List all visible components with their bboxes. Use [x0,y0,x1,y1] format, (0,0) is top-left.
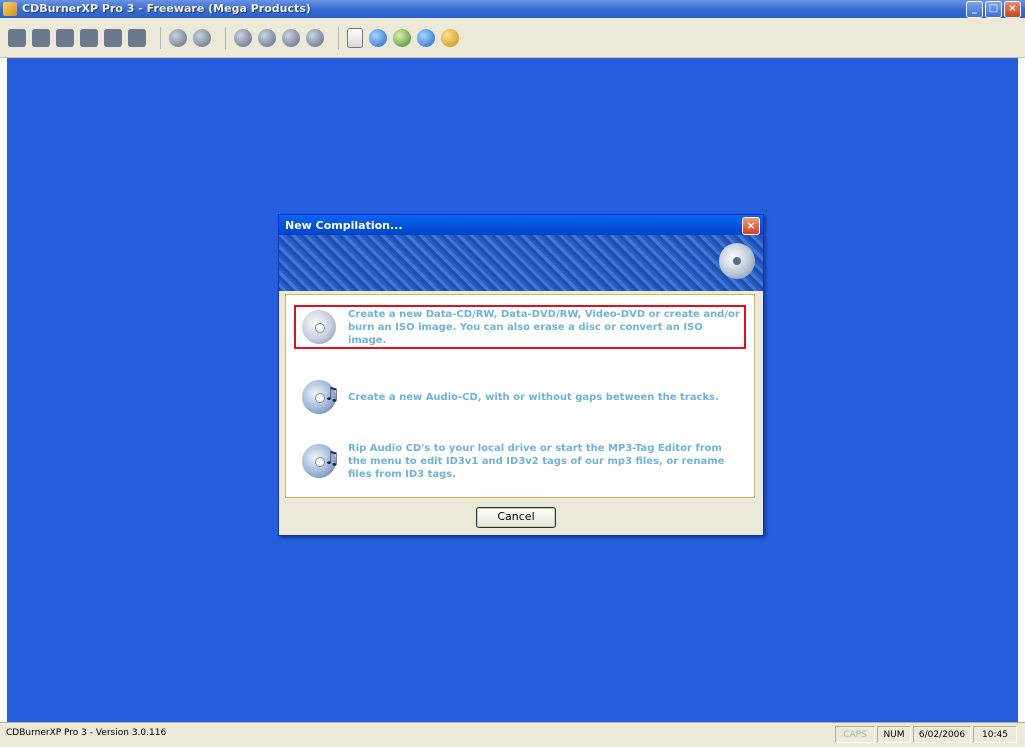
toolbar-separator [338,26,339,49]
new-compilation-dialog: New Compilation... × Create a new Data-C… [278,214,764,536]
add-files-icon[interactable] [80,28,98,47]
option-audio-cd-text: Create a new Audio-CD, with or without g… [348,391,719,403]
dialog-title-bar: New Compilation... × [279,215,763,235]
update-icon[interactable] [393,28,411,47]
option-rip-audio[interactable]: Rip Audio CD's to your local drive or st… [294,439,746,483]
date-display: 6/02/2006 [913,726,971,743]
globe-icon[interactable] [369,28,387,47]
dialog-title: New Compilation... [285,219,403,232]
close-button[interactable]: × [1004,1,1021,18]
burn-disc-icon[interactable] [169,28,187,47]
options-panel: Create a new Data-CD/RW, Data-DVD/RW, Vi… [285,294,755,498]
minimize-button[interactable]: _ [966,1,983,18]
document-icon[interactable] [347,27,363,48]
caps-indicator: CAPS [835,726,875,743]
music-rip-icon [302,444,340,478]
main-toolbar [0,18,1025,58]
help-icon[interactable] [441,28,459,47]
new-icon[interactable] [8,28,26,47]
info-icon[interactable] [417,28,435,47]
cancel-button[interactable]: Cancel [476,507,556,528]
properties-icon[interactable] [128,28,146,47]
status-bar: CDBurnerXP Pro 3 - Version 3.0.116 CAPS … [0,722,1025,747]
eject-icon[interactable] [306,28,324,47]
num-indicator: NUM [877,726,911,743]
option-data-disc-text: Create a new Data-CD/RW, Data-DVD/RW, Vi… [348,308,740,346]
open-icon[interactable] [32,28,50,47]
toolbar-separator [225,26,226,49]
data-disc-icon [302,310,336,344]
audio-cd-icon [302,380,340,414]
app-title-bar: CDBurnerXP Pro 3 - Freeware (Mega Produc… [0,0,1025,18]
time-display: 10:45 [973,726,1017,743]
option-rip-audio-text: Rip Audio CD's to your local drive or st… [348,442,725,480]
dialog-close-button[interactable]: × [742,217,760,235]
dialog-banner [279,235,763,291]
save-icon[interactable] [56,28,74,47]
disc-info-icon[interactable] [234,28,252,47]
copy-disc-icon[interactable] [258,28,276,47]
window-controls: _ □ × [966,1,1021,18]
option-audio-cd[interactable]: Create a new Audio-CD, with or without g… [294,375,746,419]
maximize-button[interactable]: □ [985,1,1002,18]
toolbar-separator [160,26,161,49]
cd-wizard-icon [719,243,755,279]
window-title: CDBurnerXP Pro 3 - Freeware (Mega Produc… [22,2,311,15]
erase-disc-icon[interactable] [193,28,211,47]
app-icon [3,2,17,16]
option-data-disc[interactable]: Create a new Data-CD/RW, Data-DVD/RW, Vi… [294,305,746,349]
version-label: CDBurnerXP Pro 3 - Version 3.0.116 [6,728,167,738]
remove-icon[interactable] [104,28,122,47]
iso-icon[interactable] [282,28,300,47]
